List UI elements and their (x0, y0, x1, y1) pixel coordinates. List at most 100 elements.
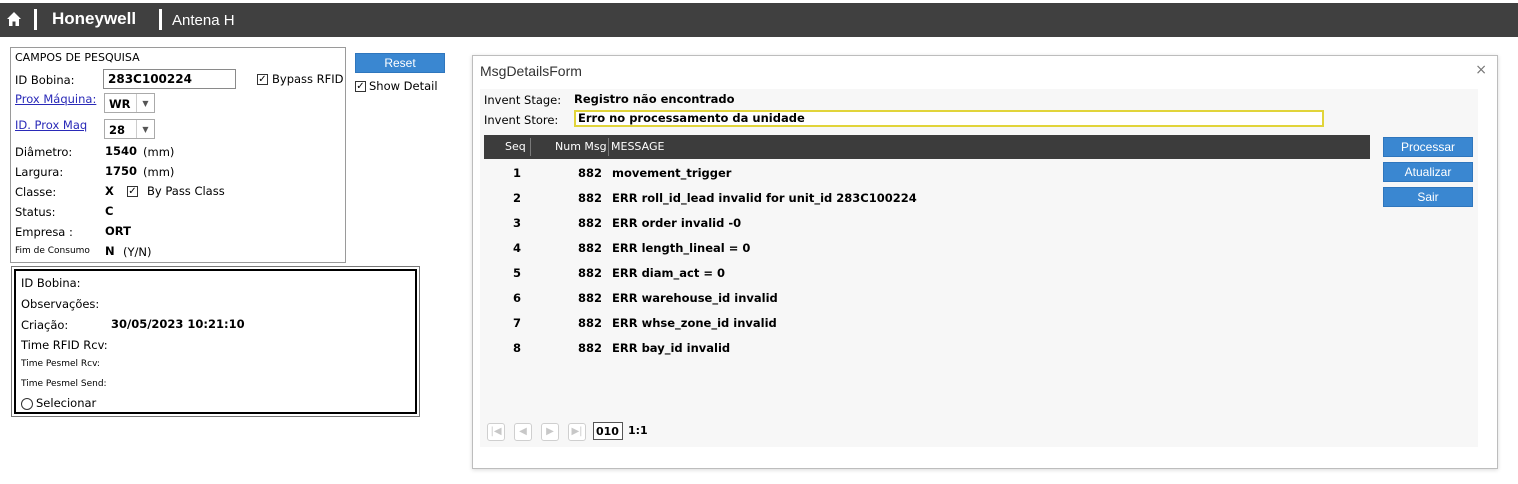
chevron-down-icon: ▼ (136, 94, 154, 112)
info-panel-inner: ID Bobina: Observações: Criação: 30/05/2… (14, 269, 417, 414)
invent-store-value: Erro no processamento da unidade (574, 110, 1324, 127)
page-position: 1:1 (628, 424, 648, 437)
cell-message: ERR warehouse_id invalid (612, 291, 778, 305)
id-prox-maq-value: 28 (109, 123, 126, 137)
diametro-unit: (mm) (143, 145, 175, 159)
next-page-icon[interactable]: ▶ (541, 423, 559, 441)
header-separator (159, 9, 162, 30)
table-row[interactable]: 8 882 ERR bay_id invalid (484, 336, 1370, 361)
first-page-icon[interactable]: |◀ (487, 423, 505, 441)
processar-button[interactable]: Processar (1383, 137, 1473, 157)
cell-message: ERR order invalid -0 (612, 216, 742, 230)
bypass-class-checkbox[interactable]: ✓ (127, 186, 138, 197)
reset-button[interactable]: Reset (355, 53, 445, 73)
col-message[interactable]: MESSAGE (611, 140, 664, 153)
cell-message: ERR roll_id_lead invalid for unit_id 283… (612, 191, 917, 205)
cell-num-msg: 882 (578, 216, 603, 230)
time-pesmel-send-label: Time Pesmel Send: (21, 379, 107, 389)
brand-name: Honeywell (52, 9, 137, 28)
table-row[interactable]: 2 882 ERR roll_id_lead invalid for unit_… (484, 186, 1370, 211)
cell-seq: 4 (513, 241, 522, 255)
cell-num-msg: 882 (578, 191, 603, 205)
page-subtitle: Antena H (172, 12, 235, 29)
invent-stage-label: Invent Stage: (484, 93, 562, 107)
cell-num-msg: 882 (578, 316, 603, 330)
cell-message: ERR diam_act = 0 (612, 266, 725, 280)
prev-page-icon[interactable]: ◀ (514, 423, 532, 441)
table-row[interactable]: 7 882 ERR whse_zone_id invalid (484, 311, 1370, 336)
time-pesmel-rcv-label: Time Pesmel Rcv: (21, 359, 100, 369)
table-row[interactable]: 1 882 movement_trigger (484, 161, 1370, 186)
empresa-label: Empresa : (15, 225, 73, 239)
table-row[interactable]: 6 882 ERR warehouse_id invalid (484, 286, 1370, 311)
sair-button[interactable]: Sair (1383, 187, 1473, 207)
cell-seq: 8 (513, 341, 522, 355)
selecionar-label: Selecionar (36, 396, 97, 410)
close-icon[interactable]: × (1475, 62, 1487, 78)
fim-consumo-label: Fim de Consumo (15, 246, 90, 256)
cell-num-msg: 882 (578, 341, 603, 355)
col-num-msg[interactable]: Num Msg (555, 140, 607, 153)
prox-maquina-value: WR (109, 97, 131, 111)
bypass-rfid-label: Bypass RFID (272, 72, 344, 86)
cell-seq: 2 (513, 191, 522, 205)
table-row[interactable]: 5 882 ERR diam_act = 0 (484, 261, 1370, 286)
bypass-rfid-checkbox[interactable]: ✓ (257, 74, 268, 85)
atualizar-button[interactable]: Atualizar (1383, 162, 1473, 182)
cell-seq: 7 (513, 316, 522, 330)
classe-value: X (105, 184, 114, 198)
fim-consumo-value: N (105, 244, 115, 258)
chevron-down-icon: ▼ (136, 120, 154, 138)
dialog-body: Invent Stage: Registro não encontrado In… (480, 89, 1478, 447)
cell-num-msg: 882 (578, 166, 603, 180)
largura-label: Largura: (15, 165, 64, 179)
app-header: Honeywell Antena H (0, 3, 1518, 37)
col-seq[interactable]: Seq (505, 140, 526, 153)
prox-maquina-select[interactable]: WR ▼ (104, 93, 155, 113)
largura-unit: (mm) (143, 165, 175, 179)
cell-seq: 6 (513, 291, 522, 305)
cell-num-msg: 882 (578, 266, 603, 280)
status-value: C (105, 204, 114, 218)
cell-message: ERR whse_zone_id invalid (612, 316, 777, 330)
msg-details-dialog: MsgDetailsForm × Invent Stage: Registro … (472, 55, 1498, 469)
id-prox-maq-select[interactable]: 28 ▼ (104, 119, 155, 139)
criacao-label: Criação: (21, 318, 69, 332)
cell-seq: 3 (513, 216, 522, 230)
largura-value: 1750 (105, 164, 138, 178)
col-divider (530, 138, 531, 156)
search-panel-title: CAMPOS DE PESQUISA (15, 51, 140, 64)
show-detail-label: Show Detail (369, 79, 438, 93)
col-divider (608, 138, 609, 156)
cell-message: movement_trigger (612, 166, 732, 180)
cell-seq: 1 (513, 166, 522, 180)
observacoes-label: Observações: (21, 297, 100, 311)
cell-message: ERR bay_id invalid (612, 341, 731, 355)
search-panel: CAMPOS DE PESQUISA ID Bobina: 283C100224… (10, 47, 346, 263)
diametro-label: Diâmetro: (15, 145, 73, 159)
show-detail-checkbox[interactable]: ✓ (355, 81, 366, 92)
table-row[interactable]: 4 882 ERR length_lineal = 0 (484, 236, 1370, 261)
classe-label: Classe: (15, 185, 57, 199)
page-size-input[interactable]: 010 (593, 422, 623, 440)
cell-message: ERR length_lineal = 0 (612, 241, 751, 255)
cell-seq: 5 (513, 266, 522, 280)
prox-maquina-link[interactable]: Prox Máquina: (15, 92, 96, 106)
id-bobina-input[interactable]: 283C100224 (103, 69, 236, 89)
last-page-icon[interactable]: ▶| (568, 423, 586, 441)
cell-num-msg: 882 (578, 291, 603, 305)
id-prox-maq-link[interactable]: ID. Prox Maq (15, 118, 87, 132)
invent-stage-value: Registro não encontrado (574, 92, 735, 106)
empresa-value: ORT (105, 224, 131, 238)
bypass-class-label: By Pass Class (147, 184, 225, 198)
table-row[interactable]: 3 882 ERR order invalid -0 (484, 211, 1370, 236)
grid-header: Seq Num Msg MESSAGE (484, 135, 1370, 159)
home-icon[interactable] (6, 11, 22, 27)
criacao-value: 30/05/2023 10:21:10 (111, 317, 245, 331)
invent-store-label: Invent Store: (484, 113, 559, 127)
info-id-bobina-label: ID Bobina: (21, 276, 81, 290)
dialog-title: MsgDetailsForm (480, 63, 582, 79)
selecionar-radio[interactable] (21, 398, 33, 410)
id-bobina-label: ID Bobina: (15, 73, 75, 87)
cell-num-msg: 882 (578, 241, 603, 255)
